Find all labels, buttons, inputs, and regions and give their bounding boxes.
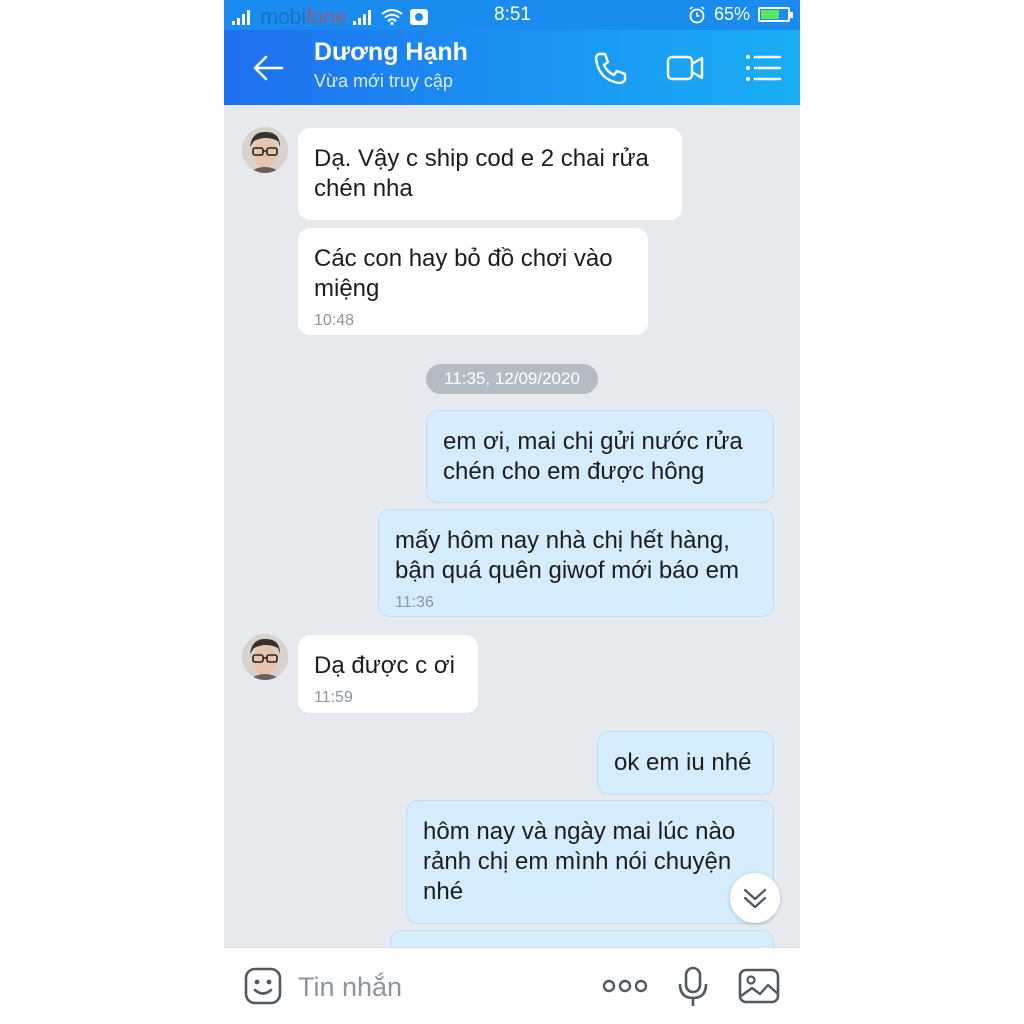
contact-status: Vừa mới truy cập (314, 71, 453, 91)
message-time: 10:48 (314, 312, 355, 329)
contact-name[interactable]: Dương Hạnh (314, 38, 468, 67)
gallery-icon[interactable] (738, 968, 780, 1004)
status-time: 8:51 (494, 4, 531, 25)
message-text: em ơi, mai chị gửi nước rửa chén cho em … (443, 428, 743, 485)
chat-header: Dương Hạnh Vừa mới truy cập (224, 30, 800, 105)
phone-screen: mobifone 8:51 65% Dương Hạnh Vừa mới tru… (224, 0, 800, 1024)
message-text: ok em iu nhé (614, 749, 752, 776)
chat-area[interactable]: Dạ. Vậy c ship cod e 2 chai rửa chén nha… (224, 105, 800, 970)
message-text: mấy hôm nay nhà chị hết hàng, bận quá qu… (395, 527, 739, 584)
message-time: 11:36 (395, 594, 434, 611)
scroll-to-bottom-button[interactable] (730, 873, 780, 923)
notification-icon (409, 9, 428, 25)
message-bubble-incoming[interactable]: Dạ. Vậy c ship cod e 2 chai rửa chén nha (298, 128, 682, 220)
battery-percent: 65% (713, 4, 750, 24)
back-arrow-icon[interactable] (250, 50, 286, 86)
status-left: mobifone (232, 4, 429, 30)
message-text: Dạ. Vậy c ship cod e 2 chai rửa chén nha (314, 145, 649, 202)
message-text: Các con hay bỏ đồ chơi vào miệng (314, 245, 613, 302)
status-bar: mobifone 8:51 65% (224, 0, 800, 30)
battery-icon (758, 7, 793, 22)
microphone-icon[interactable] (676, 966, 710, 1008)
carrier-fone: fone (305, 4, 347, 29)
carrier-mobi: mobi (260, 4, 306, 29)
message-bubble-outgoing[interactable]: mấy hôm nay nhà chị hết hàng, bận quá qu… (378, 509, 774, 617)
message-bubble-outgoing[interactable]: ok em iu nhé (597, 731, 774, 795)
message-text: hôm nay và ngày mai lúc nào rảnh chị em … (423, 818, 736, 905)
avatar[interactable] (242, 634, 288, 680)
message-bubble-outgoing[interactable]: em ơi, mai chị gửi nước rửa chén cho em … (426, 410, 774, 503)
carrier-logo: mobifone (260, 4, 347, 30)
avatar-face-icon (242, 127, 288, 173)
avatar[interactable] (242, 127, 288, 173)
signal2-icon (352, 10, 371, 25)
date-separator: 11:35, 12/09/2020 (426, 364, 598, 394)
alarm-icon (689, 5, 705, 23)
video-icon[interactable] (666, 50, 704, 86)
message-bubble-incoming[interactable]: Dạ được c ơi 11:59 (298, 635, 478, 713)
message-time: 11:59 (314, 689, 353, 706)
message-input-bar (224, 947, 800, 1024)
message-text: Dạ được c ơi (314, 652, 455, 679)
message-bubble-outgoing[interactable]: hôm nay và ngày mai lúc nào rảnh chị em … (406, 800, 774, 924)
wifi-icon (380, 9, 403, 25)
avatar-face-icon (242, 634, 288, 680)
signal-icon (232, 10, 250, 25)
message-input[interactable] (296, 968, 580, 1006)
emoji-icon[interactable] (244, 966, 282, 1006)
chevron-down-icon (743, 888, 767, 909)
message-bubble-incoming[interactable]: Các con hay bỏ đồ chơi vào miệng 10:48 (298, 228, 648, 335)
more-dots-icon[interactable] (602, 976, 648, 996)
phone-icon[interactable] (592, 50, 630, 86)
status-right: 65% (688, 4, 793, 25)
menu-list-icon[interactable] (744, 50, 782, 86)
